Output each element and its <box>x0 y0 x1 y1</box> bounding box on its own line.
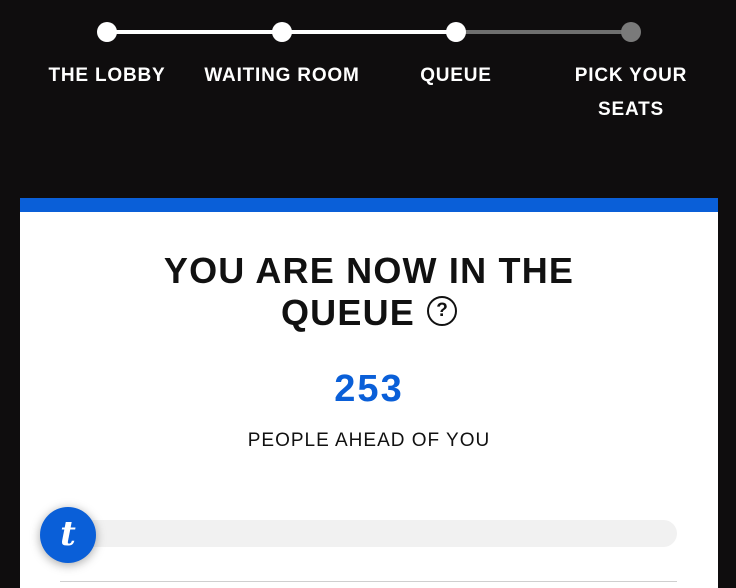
queue-card: YOU ARE NOW IN THE QUEUE? 253 PEOPLE AHE… <box>20 198 718 588</box>
step-dot-pick-seats <box>621 22 641 42</box>
step-label-queue: QUEUE <box>420 65 492 86</box>
people-ahead-caption: PEOPLE AHEAD OF YOU <box>247 430 491 451</box>
card-accent-bar <box>20 198 718 212</box>
step-label-lobby: THE LOBBY <box>48 65 166 86</box>
queue-heading-text: YOU ARE NOW IN THE QUEUE <box>163 250 575 333</box>
ticketmaster-t-icon: t <box>60 514 76 554</box>
step-label-waiting-room: WAITING ROOM <box>204 65 360 86</box>
step-dot-lobby <box>97 22 117 42</box>
step-dot-queue <box>446 22 466 42</box>
step-dot-waiting-room <box>272 22 292 42</box>
brand-chat-button[interactable]: t <box>40 507 96 563</box>
queue-page: THE LOBBY WAITING ROOM QUEUE PICK YOUR S… <box>0 0 736 588</box>
card-divider <box>60 581 677 582</box>
step-label-pick-seats: PICK YOUR SEATS <box>574 65 688 120</box>
queue-progress-bar <box>60 520 677 547</box>
question-circle-icon[interactable]: ? <box>427 296 458 327</box>
stepper-track-remaining <box>456 30 631 34</box>
progress-stepper: THE LOBBY WAITING ROOM QUEUE PICK YOUR S… <box>0 0 736 160</box>
queue-heading: YOU ARE NOW IN THE QUEUE? <box>120 250 618 334</box>
people-ahead-count: 253 <box>334 368 404 410</box>
